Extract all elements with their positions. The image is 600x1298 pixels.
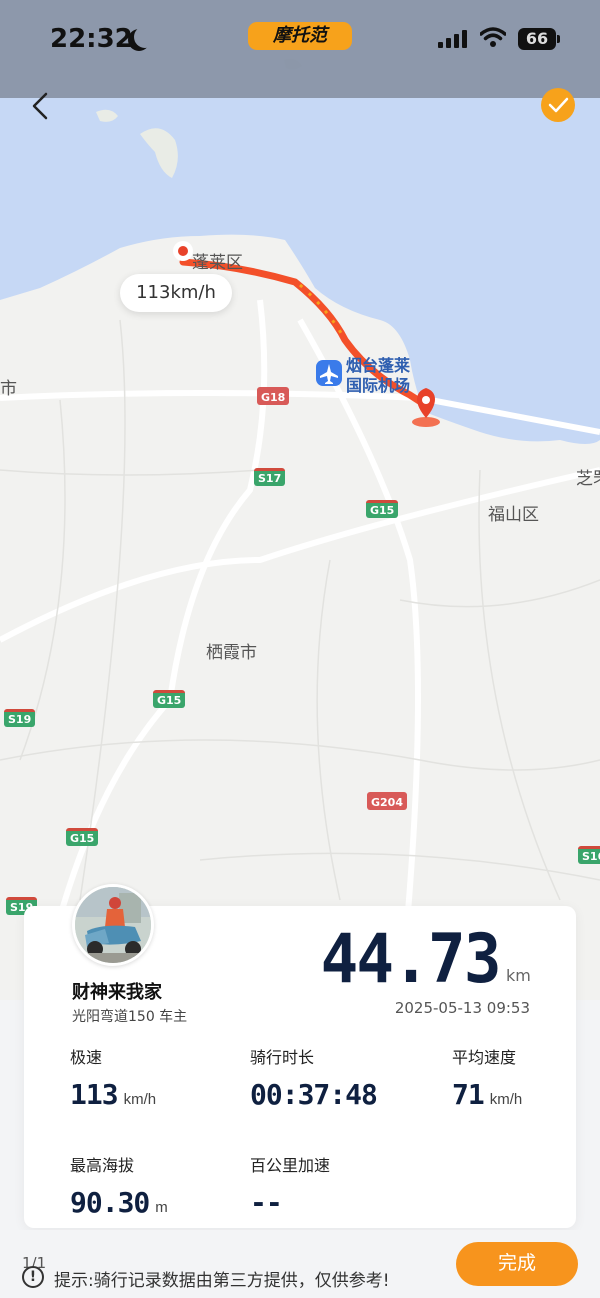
username: 财神来我家 (72, 982, 162, 1003)
map-label-city-left: 市 (0, 379, 17, 399)
confirm-button[interactable] (541, 88, 575, 122)
map-label-qixia: 栖霞市 (206, 643, 257, 663)
stat-label-duration: 骑行时长 (250, 1048, 315, 1067)
road-shield-g15: G15 (366, 500, 399, 518)
airport-line1: 烟台蓬莱 (346, 356, 411, 375)
wifi-icon (480, 27, 506, 47)
stat-value-top-speed: 113 km/h (70, 1078, 156, 1111)
cellular-signal-icon (438, 30, 468, 48)
road-shield-g18: G18 (257, 387, 290, 405)
stat-value-avg-speed: 71 km/h (452, 1078, 522, 1111)
road-shield-s16: S16 (578, 846, 600, 864)
info-icon: ! (22, 1266, 44, 1288)
ride-datetime: 2025-05-13 09:53 (394, 999, 530, 1017)
disclaimer-tip: 提示:骑行记录数据由第三方提供，仅供参考! (54, 1271, 390, 1291)
battery-icon: 66 (518, 28, 560, 50)
route-map[interactable]: 蓬莱区 烟台蓬莱 国际机场 福山区 栖霞市 市 芝罘 G18 S17 G15 G… (0, 0, 600, 1000)
stat-label-avg-speed: 平均速度 (452, 1048, 517, 1067)
avg-speed-number: 71 (452, 1078, 485, 1111)
status-time: 22:32 (50, 24, 133, 54)
distance-unit: km (506, 966, 531, 985)
max-altitude-number: 90.30 (70, 1186, 150, 1219)
avatar-photo (75, 887, 151, 963)
map-label-airport: 烟台蓬莱 国际机场 (346, 356, 410, 396)
stat-value-accel-100: -- (250, 1186, 283, 1219)
ride-distance: 44.73 (320, 920, 502, 999)
stat-label-max-altitude: 最高海拔 (70, 1156, 135, 1175)
road-shield-g15: G15 (153, 690, 186, 708)
max-altitude-unit: m (155, 1199, 168, 1216)
top-speed-number: 113 (70, 1078, 119, 1111)
stat-value-duration: 00:37:48 (250, 1078, 378, 1111)
road-shield-g15: G15 (66, 828, 99, 846)
moon-icon (134, 26, 156, 48)
map-label-fushan: 福山区 (488, 505, 539, 525)
max-speed-bubble: 113km/h (120, 274, 232, 312)
stat-label-top-speed: 极速 (70, 1048, 103, 1067)
map-label-zhifu: 芝罘 (576, 469, 600, 489)
stat-label-accel-100: 百公里加速 (250, 1156, 331, 1175)
ride-summary-card: 财神来我家 光阳弯道150 车主 44.73 km 2025-05-13 09:… (24, 884, 576, 1228)
road-shield-s17: S17 (254, 468, 286, 486)
check-icon (548, 97, 569, 113)
status-bar: 22:32 摩托范 66 (0, 0, 600, 98)
user-vehicle: 光阳弯道150 车主 (72, 1009, 188, 1025)
road-shield-s19: S19 (4, 709, 36, 727)
avatar[interactable] (72, 884, 154, 966)
stat-value-max-altitude: 90.30 m (70, 1186, 168, 1219)
app-badge: 摩托范 (248, 22, 352, 50)
top-speed-unit: km/h (123, 1091, 157, 1108)
airport-line2: 国际机场 (346, 376, 411, 395)
done-button[interactable]: 完成 (456, 1242, 578, 1286)
road-shield-g204: G204 (367, 792, 407, 810)
map-label-penglai: 蓬莱区 (192, 253, 243, 273)
back-button[interactable] (24, 88, 60, 124)
avg-speed-unit: km/h (489, 1091, 523, 1108)
